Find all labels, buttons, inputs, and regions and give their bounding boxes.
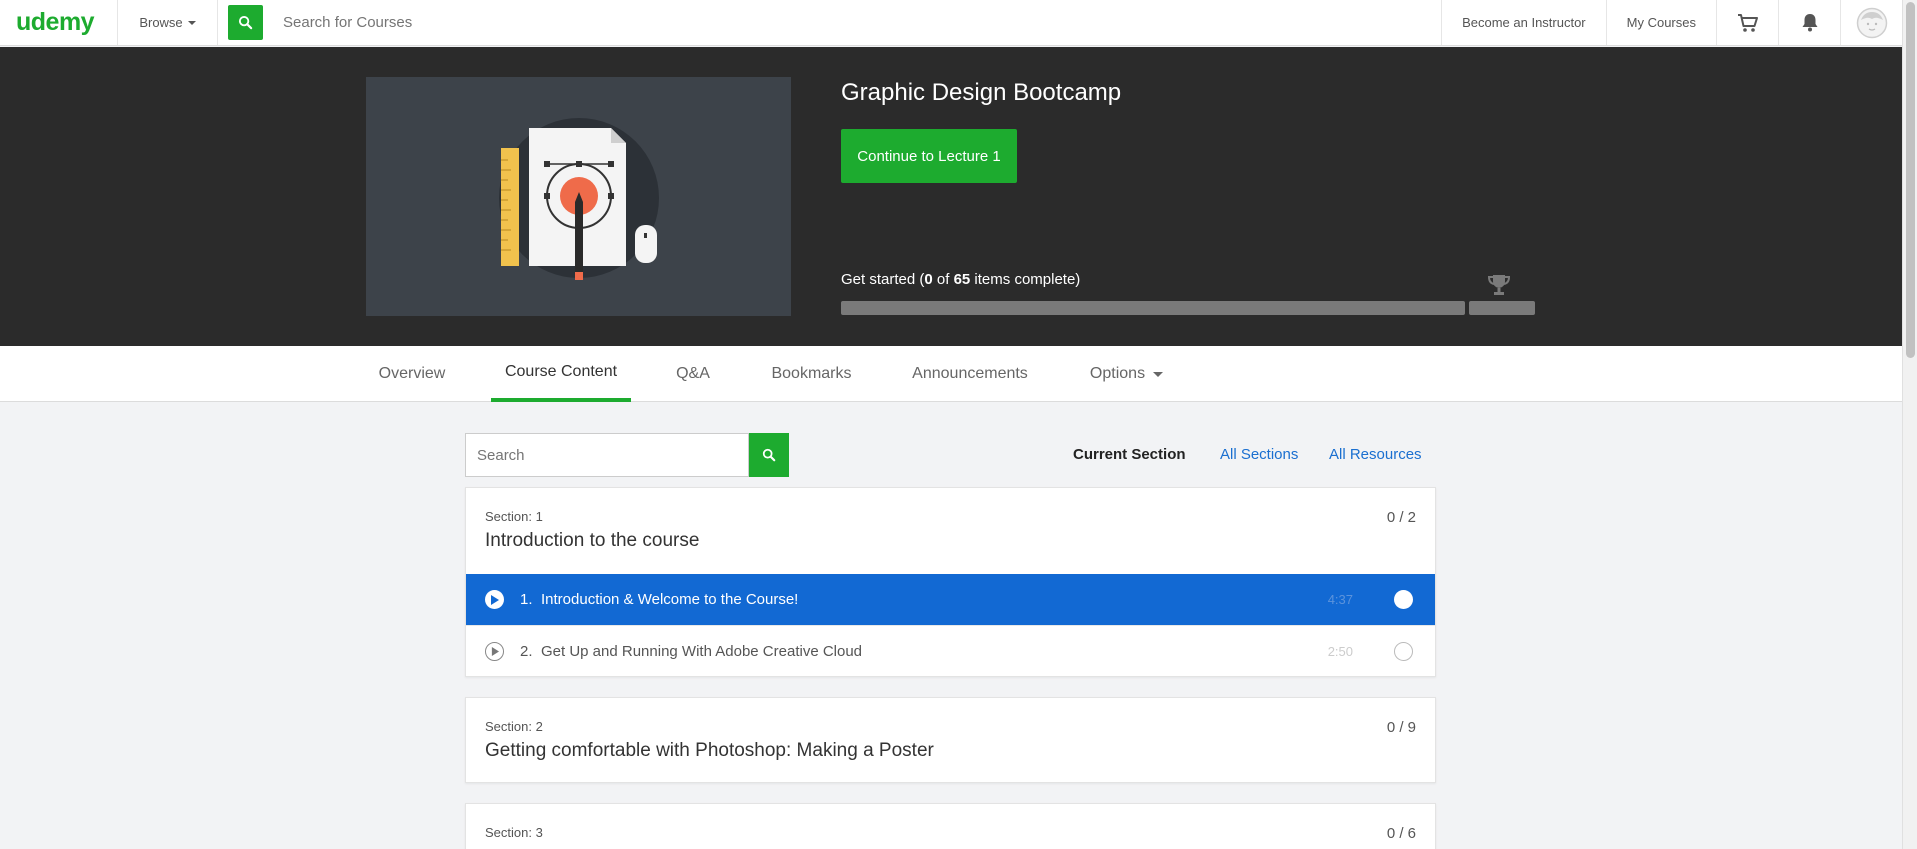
udemy-logo[interactable]: udemy: [0, 0, 118, 45]
content-search-button[interactable]: [749, 433, 789, 477]
become-instructor-link[interactable]: Become an Instructor: [1441, 0, 1606, 45]
tab-bookmarks[interactable]: Bookmarks: [755, 346, 868, 402]
tab-options-label: Options: [1089, 365, 1146, 382]
content-search-input[interactable]: [465, 433, 749, 477]
trophy-icon: [1487, 275, 1511, 295]
course-tabs: Overview Course Content Q&A Bookmarks An…: [0, 346, 1902, 402]
cart-icon: [1737, 13, 1758, 32]
browse-menu[interactable]: Browse: [118, 0, 218, 45]
section-progress-count: 0 / 6: [1386, 825, 1416, 842]
section-card[interactable]: Section: 3 0 / 6: [465, 803, 1436, 849]
graphic-design-illustration: [499, 118, 659, 280]
my-courses-link[interactable]: My Courses: [1605, 0, 1716, 45]
section-number: Section: 2: [485, 719, 543, 734]
filter-all-resources[interactable]: All Resources: [1329, 446, 1422, 463]
play-icon: [485, 590, 504, 609]
filter-current-section[interactable]: Current Section: [1073, 446, 1186, 463]
caret-down-icon: [187, 20, 196, 25]
lecture-number: 1.: [520, 591, 533, 608]
search-button[interactable]: [228, 5, 263, 40]
lecture-duration: 2:50: [1327, 643, 1353, 659]
section-card[interactable]: Section: 2 Getting comfortable with Phot…: [465, 697, 1436, 783]
course-search-input[interactable]: [283, 14, 683, 31]
cart-button[interactable]: [1716, 0, 1778, 45]
search-icon: [762, 448, 776, 462]
tab-overview[interactable]: Overview: [366, 346, 458, 402]
tab-announcements[interactable]: Announcements: [899, 346, 1041, 402]
lecture-title: Get Up and Running With Adobe Creative C…: [541, 642, 863, 660]
lecture-complete-checkbox[interactable]: [1394, 642, 1413, 661]
tab-qa[interactable]: Q&A: [663, 346, 723, 402]
progress-of: of: [932, 271, 954, 288]
lecture-item[interactable]: 1. Introduction & Welcome to the Course!…: [466, 574, 1435, 625]
tab-options[interactable]: Options: [1075, 346, 1178, 402]
section-progress-count: 0 / 9: [1386, 719, 1416, 736]
caret-down-icon: [1153, 371, 1164, 377]
section-number: Section: 1: [485, 509, 543, 524]
notifications-button[interactable]: [1778, 0, 1840, 45]
progress-completed: 0: [924, 271, 933, 288]
section-number: Section: 3: [485, 825, 543, 840]
lecture-title: Introduction & Welcome to the Course!: [541, 591, 799, 608]
section-title[interactable]: Getting comfortable with Photoshop: Maki…: [485, 740, 934, 762]
progress-goal-segment: [1469, 301, 1535, 315]
section-title[interactable]: Introduction to the course: [485, 530, 699, 552]
section-progress-count: 0 / 2: [1386, 509, 1416, 526]
search-icon: [238, 15, 253, 30]
continue-lecture-button[interactable]: Continue to Lecture 1: [841, 129, 1017, 183]
scrollbar-thumb[interactable]: [1906, 2, 1915, 358]
browse-label: Browse: [139, 15, 183, 30]
top-navbar: udemy Browse Become an Instructor My Cou…: [0, 0, 1902, 46]
page-scrollbar[interactable]: [1902, 0, 1917, 849]
progress-prefix: Get started (: [841, 271, 925, 288]
progress-label: Get started (0 of 65 items complete): [841, 271, 1080, 288]
bell-icon: [1802, 14, 1817, 32]
lecture-item[interactable]: 2. Get Up and Running With Adobe Creativ…: [466, 625, 1435, 676]
lecture-complete-checkbox[interactable]: [1394, 590, 1413, 609]
filter-all-sections[interactable]: All Sections: [1220, 446, 1298, 463]
tab-course-content[interactable]: Course Content: [491, 346, 631, 402]
avatar: [1856, 7, 1887, 38]
course-title: Graphic Design Bootcamp: [841, 79, 1122, 106]
progress-suffix: items complete): [970, 271, 1081, 288]
lecture-duration: 4:37: [1327, 592, 1353, 607]
progress-total: 65: [953, 271, 971, 288]
course-hero: Graphic Design Bootcamp Continue to Lect…: [0, 47, 1902, 346]
progress-bar: [841, 301, 1465, 315]
user-menu[interactable]: [1840, 0, 1902, 45]
course-thumbnail[interactable]: [366, 77, 791, 316]
play-icon: [485, 642, 504, 661]
section-card: Section: 1 Introduction to the course 0 …: [465, 487, 1436, 677]
lecture-number: 2.: [520, 642, 533, 660]
course-search: [218, 0, 1441, 45]
